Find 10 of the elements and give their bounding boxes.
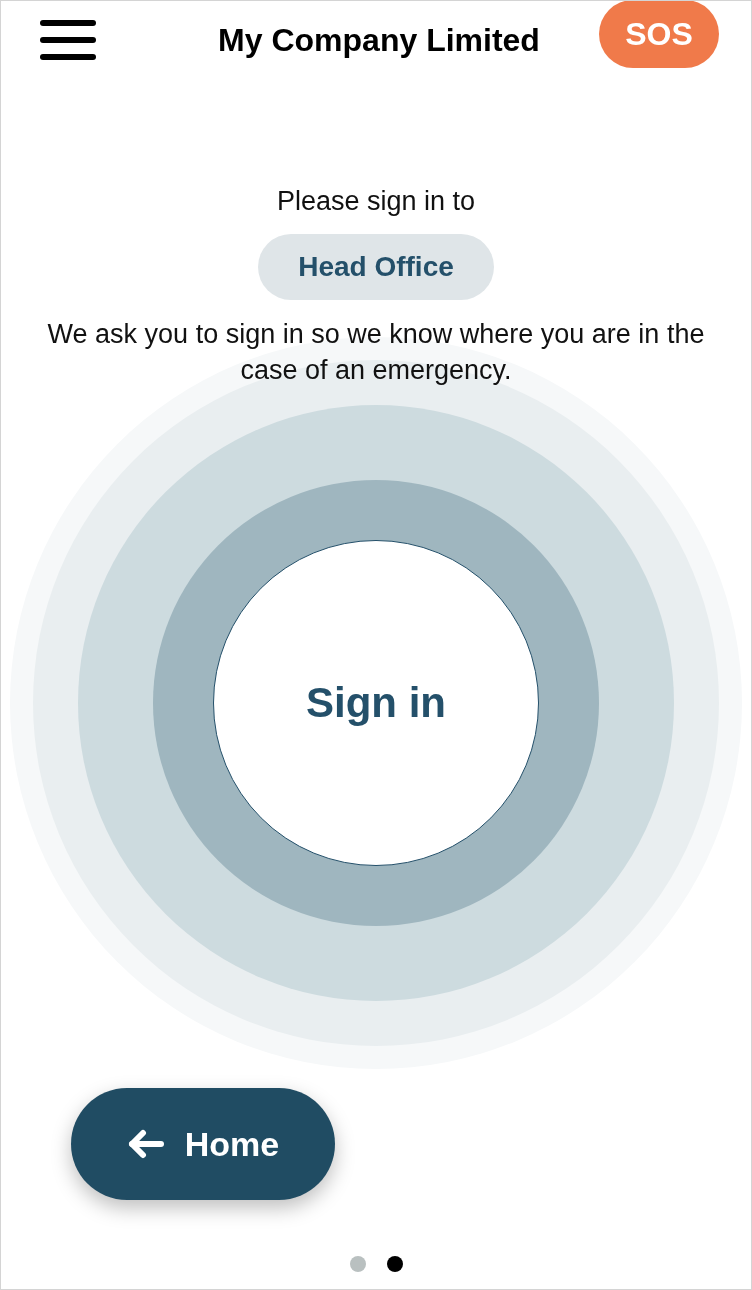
home-button[interactable]: Home [71, 1088, 335, 1200]
location-chip[interactable]: Head Office [258, 234, 494, 300]
menu-icon[interactable] [39, 19, 97, 61]
sign-in-prompt: Please sign in to [276, 185, 476, 217]
app-title: My Company Limited [218, 21, 540, 59]
explanation-text: We ask you to sign in so we know where you are in the case of an emergency. [46, 318, 706, 387]
page-dot[interactable] [386, 1256, 403, 1272]
page-dot[interactable] [349, 1256, 366, 1272]
sign-in-button[interactable]: Sign in [213, 540, 539, 866]
back-arrow-icon [126, 1129, 165, 1159]
